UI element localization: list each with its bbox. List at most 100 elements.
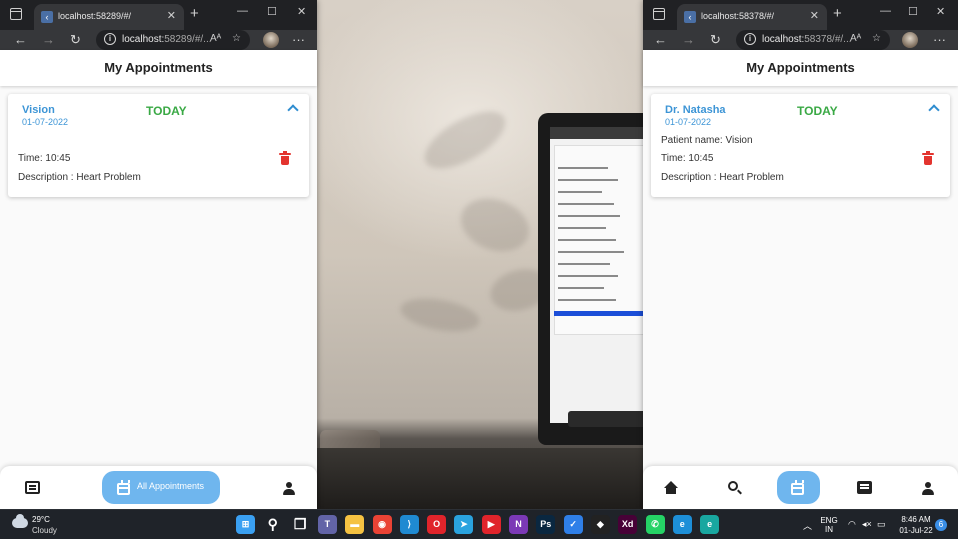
chevron-up-icon[interactable]: ︿ xyxy=(803,519,812,532)
telegram-icon[interactable]: ➤ xyxy=(454,515,474,534)
today-badge: TODAY xyxy=(797,104,838,118)
clock-date: 01-Jul-22 xyxy=(899,526,933,535)
windows-logo-icon[interactable]: ⊞ xyxy=(236,515,255,534)
more-menu-icon[interactable]: ··· xyxy=(933,32,946,47)
site-info-icon[interactable]: i xyxy=(744,33,756,45)
site-info-icon[interactable]: i xyxy=(104,33,116,45)
wifi-icon[interactable]: ◠ xyxy=(848,519,856,530)
speaker-muted-icon[interactable]: ◂× xyxy=(862,519,872,530)
cloud-icon xyxy=(12,514,28,528)
region-code: IN xyxy=(825,525,833,534)
browser-titlebar: ‹ localhost:58289/#/ ✕ + — ☐ ✕ xyxy=(0,0,317,30)
page-title: My Appointments xyxy=(643,50,958,86)
person-icon xyxy=(922,482,934,496)
browser-tab[interactable]: ‹ localhost:58289/#/ ✕ xyxy=(34,4,184,30)
onenote-icon[interactable]: N xyxy=(509,515,528,534)
tab-actions-icon[interactable] xyxy=(10,8,22,20)
search-icon[interactable]: ⚲ xyxy=(263,515,282,534)
battery-icon[interactable]: ▭ xyxy=(877,519,886,530)
xd-icon[interactable]: Xd xyxy=(618,515,638,534)
appointment-description: Description : Heart Problem xyxy=(661,172,784,183)
teams-icon[interactable]: T xyxy=(317,515,337,534)
read-aloud-icon[interactable]: Aᴬ xyxy=(850,33,861,44)
appointment-description: Description : Heart Problem xyxy=(18,172,141,183)
maximize-icon[interactable]: ☐ xyxy=(267,5,277,18)
chrome-icon[interactable]: ◉ xyxy=(372,515,392,534)
minimize-icon[interactable]: — xyxy=(880,5,891,17)
favorite-icon[interactable]: ☆ xyxy=(872,33,881,44)
chevron-up-icon[interactable] xyxy=(928,104,940,116)
clock[interactable]: 8:46 AM 01-Jul-22 xyxy=(896,515,936,535)
chat-icon xyxy=(25,481,40,494)
appointment-date: 01-07-2022 xyxy=(22,117,69,127)
app-screen: My Appointments Vision 01-07-2022 TODAY … xyxy=(0,50,317,509)
flutter-favicon-icon: ‹ xyxy=(684,11,696,23)
window-close-icon[interactable]: ✕ xyxy=(936,5,945,18)
window-close-icon[interactable]: ✕ xyxy=(297,5,306,18)
browser-window-left: ‹ localhost:58289/#/ ✕ + — ☐ ✕ ← → ↻ i l… xyxy=(0,0,317,509)
appointment-time: Time: 10:45 xyxy=(18,153,71,164)
delete-icon[interactable] xyxy=(279,151,291,165)
nav-pill-label: All Appointments xyxy=(137,481,205,491)
appointment-card[interactable]: Dr. Natasha 01-07-2022 TODAY Patient nam… xyxy=(651,94,950,197)
flutter-favicon-icon: ‹ xyxy=(41,11,53,23)
delete-icon[interactable] xyxy=(922,151,934,165)
tab-title: localhost:58378/#/ xyxy=(701,11,775,21)
edge-dev-icon[interactable]: e xyxy=(700,515,720,534)
task-view-icon[interactable]: ❐ xyxy=(291,515,310,534)
folder-icon[interactable]: ▬ xyxy=(345,515,365,534)
home-icon xyxy=(664,481,678,495)
tab-actions-icon[interactable] xyxy=(653,8,665,20)
appointment-card[interactable]: Vision 01-07-2022 TODAY Time: 10:45 Desc… xyxy=(8,94,309,197)
reload-icon[interactable]: ↻ xyxy=(70,32,81,48)
tab-close-icon[interactable]: ✕ xyxy=(167,9,176,22)
profile-avatar[interactable] xyxy=(263,32,279,48)
app-screen: My Appointments Dr. Natasha 01-07-2022 T… xyxy=(643,50,958,509)
bottom-navigation xyxy=(643,466,958,509)
search-icon xyxy=(728,481,738,491)
favorite-icon[interactable]: ☆ xyxy=(232,33,241,44)
windows-taskbar: 29°C Cloudy ⊞ ⚲ ❐ T ▬ ◉ ⟩ O ➤ ▶ N Ps ✓ ◆ Xd ✆ e e ︿ ENG I… xyxy=(0,509,958,539)
back-arrow-icon[interactable]: ← xyxy=(14,32,27,47)
browser-titlebar: ‹ localhost:58378/#/ ✕ + — ☐ ✕ xyxy=(643,0,958,30)
photoshop-icon[interactable]: Ps xyxy=(536,515,556,534)
maximize-icon[interactable]: ☐ xyxy=(908,5,918,18)
profile-avatar[interactable] xyxy=(902,32,918,48)
browser-window-right: ‹ localhost:58378/#/ ✕ + — ☐ ✕ ← → ↻ i l… xyxy=(643,0,958,509)
tab-close-icon[interactable]: ✕ xyxy=(810,9,819,22)
new-tab-icon[interactable]: + xyxy=(833,5,842,22)
forward-arrow-icon[interactable]: → xyxy=(682,32,695,47)
vscode-icon[interactable]: ⟩ xyxy=(399,515,419,534)
minimize-icon[interactable]: — xyxy=(237,5,248,17)
browser-tab[interactable]: ‹ localhost:58378/#/ ✕ xyxy=(677,4,827,30)
figma-icon[interactable]: ◆ xyxy=(590,515,610,534)
page-title: My Appointments xyxy=(0,50,317,86)
more-menu-icon[interactable]: ··· xyxy=(292,32,305,47)
nav-appointments-button[interactable] xyxy=(777,471,820,504)
person-icon xyxy=(283,482,295,496)
whatsapp-icon[interactable]: ✆ xyxy=(645,515,665,534)
language-code: ENG xyxy=(820,516,838,525)
todo-icon[interactable]: ✓ xyxy=(563,515,583,534)
weather-temperature: 29°C xyxy=(32,515,50,524)
chevron-up-icon[interactable] xyxy=(287,104,299,116)
opera-icon[interactable]: O xyxy=(427,515,447,534)
nav-all-appointments-button[interactable]: All Appointments xyxy=(102,471,220,504)
read-aloud-icon[interactable]: Aᴬ xyxy=(210,33,221,44)
appointment-name: Dr. Natasha xyxy=(665,104,726,116)
address-bar[interactable]: i localhost:58378/#/... Aᴬ ☆ xyxy=(736,30,890,50)
notification-badge[interactable]: 6 xyxy=(935,519,947,531)
new-tab-icon[interactable]: + xyxy=(190,5,199,22)
address-bar[interactable]: i localhost:58289/#/... Aᴬ ☆ xyxy=(96,30,250,50)
forward-arrow-icon[interactable]: → xyxy=(42,32,55,47)
laptop-image xyxy=(538,113,658,445)
today-badge: TODAY xyxy=(146,104,187,118)
language-indicator[interactable]: ENG IN xyxy=(818,516,840,534)
reload-icon[interactable]: ↻ xyxy=(710,32,721,48)
back-arrow-icon[interactable]: ← xyxy=(654,32,667,47)
patient-name: Patient name: Vision xyxy=(661,135,753,146)
weather-widget[interactable]: 29°C Cloudy xyxy=(0,510,70,539)
youtube-icon[interactable]: ▶ xyxy=(481,515,501,534)
edge-icon[interactable]: e xyxy=(672,515,692,534)
chat-icon xyxy=(857,481,872,494)
